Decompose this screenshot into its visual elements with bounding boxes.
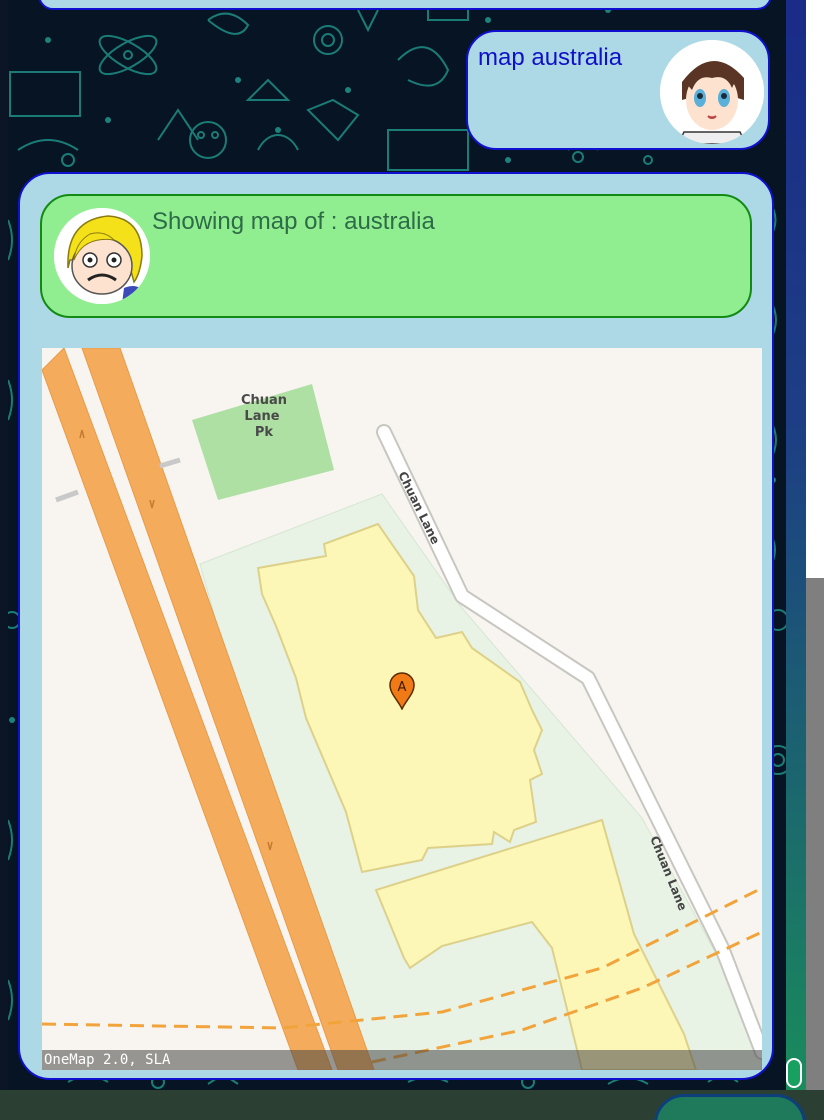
park-label-line-3: Pk [255,425,274,440]
chat-window: map australia Showing map of: australia… [0,0,824,1120]
window-left-edge [0,0,8,1090]
bot-message-text: Showing map of : australia [152,208,435,235]
park-label-line-2: Lane [244,409,279,424]
chat-scroll-area[interactable]: map australia Showing map of: australia… [8,0,786,1090]
scrollbar-track[interactable] [786,0,806,1090]
previous-message-bubble [38,0,772,10]
user-message-bubble: map australia [466,30,770,150]
cartoon-blonde-avatar-icon [54,208,150,304]
send-button[interactable] [654,1094,806,1120]
side-panel-bottom [806,578,824,1090]
bot-message-bubble: Showing map of : australia Chuan Lane Pk… [18,172,774,1080]
map-view[interactable]: Chuan Lane Pk Chuan Lane Chuan Lane A On… [42,348,762,1070]
park-label-line-1: Chuan [241,393,287,408]
map-marker-icon[interactable]: A [388,672,416,711]
user-message-text: map australia [478,44,623,71]
scrollbar-thumb[interactable] [786,1058,802,1088]
anime-boy-avatar-icon [660,40,764,144]
map-marker-letter: A [398,680,407,695]
bot-message-header: Showing map of : australia [40,194,752,318]
map-attribution: OneMap 2.0, SLA [42,1050,762,1070]
